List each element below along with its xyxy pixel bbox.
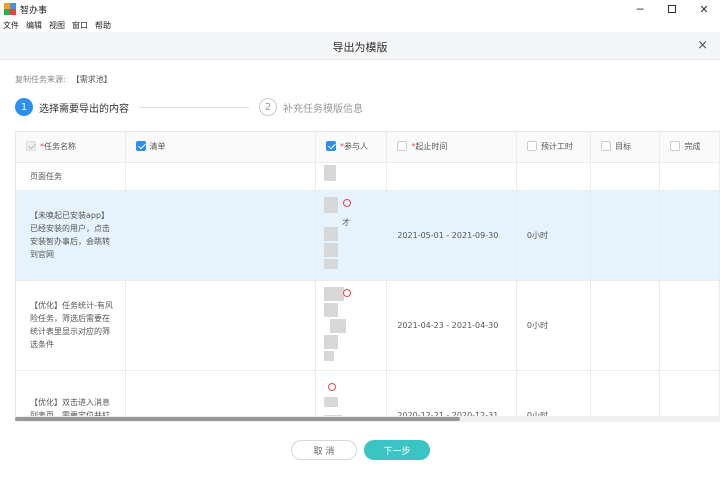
title-bar: 智办事 [0,0,720,18]
export-table[interactable]: *任务名称 清单 *参与人 *起止时间 预计工时 目标 完成 页面任务 【未唤起… [15,131,720,420]
dialog-header: 导出为模版 × [0,32,720,60]
participants-cell: 才 [315,190,388,281]
window-close-button[interactable]: ✕ [688,0,720,18]
time-cell: 2020-12-21 - 2020-12-31 [386,370,517,420]
column-checkbox-time[interactable] [397,141,408,152]
column-header-participants: *参与人 [315,132,388,163]
menu-edit[interactable]: 编辑 [26,20,42,31]
hours-cell: 0小时 [516,370,592,420]
maximize-icon [668,5,676,13]
column-header-goal: 目标 [590,132,661,163]
maximize-button[interactable] [656,0,688,18]
app-logo-icon [4,3,16,15]
column-header-hours: 预计工时 [516,132,592,163]
step-2-circle: 2 [259,98,277,116]
step-connector [139,106,249,108]
column-checkbox-list[interactable] [135,141,146,152]
participant-name: 才 [342,218,351,227]
menu-window[interactable]: 窗口 [72,20,88,31]
task-name-cell: 【未唤起已安装app】已经安装的用户，点击安装智办事后，会跳转到官网 [16,190,126,281]
task-name-cell: 【优化】双击进入消息列表页，需要定位并打开消息页面 [16,370,126,420]
list-cell [125,280,317,371]
app-title: 智办事 [20,5,48,16]
list-cell [125,370,317,420]
next-button[interactable]: 下一步 [364,440,430,460]
column-header-list: 清单 [125,132,317,163]
step-1-label: 选择需要导出的内容 [39,103,129,115]
task-name-cell: 页面任务 [16,162,126,191]
horizontal-scrollbar[interactable] [15,416,720,422]
participants-cell [315,280,388,371]
cancel-button[interactable]: 取 消 [291,440,357,460]
minimize-button[interactable]: ─ [624,0,656,18]
table-row[interactable]: 页面任务 [16,162,720,191]
participant-marker-icon [343,289,352,297]
blurred-avatar [324,165,337,181]
table-row[interactable]: 【优化】双击进入消息列表页，需要定位并打开消息页面 2020-12-21 - 2… [16,370,720,420]
column-header-time: *起止时间 [386,132,517,163]
step-indicator: 1 选择需要导出的内容 2 补充任务模版信息 [15,97,363,117]
column-checkbox-participants[interactable] [326,141,337,152]
task-name-cell: 【优化】任务统计-有风险任务，筛选后需要在统计表里显示对应的筛选条件 [16,280,126,371]
participant-marker-icon [343,199,352,207]
table-header: *任务名称 清单 *参与人 *起止时间 预计工时 目标 完成 [16,132,720,163]
task-source: 复制任务来源: 【需求池】 [15,74,112,85]
column-header-complete: 完成 [659,132,720,163]
column-checkbox-goal[interactable] [601,141,612,152]
time-cell: 2021-04-23 - 2021-04-30 [386,280,517,371]
source-value: 【需求池】 [71,75,112,84]
dialog-close-icon[interactable]: × [697,38,708,53]
step-2-label: 补充任务模版信息 [283,103,363,115]
menu-bar: 文件 编辑 视图 窗口 帮助 [0,18,720,32]
hours-cell: 0小时 [516,280,592,371]
list-cell [125,190,317,281]
column-checkbox-task-name [26,141,36,152]
column-checkbox-complete[interactable] [670,141,681,152]
menu-view[interactable]: 视图 [49,20,65,31]
step-1-circle: 1 [15,98,33,116]
column-checkbox-hours[interactable] [526,141,537,152]
menu-file[interactable]: 文件 [3,20,19,31]
time-cell: 2021-05-01 - 2021-09-30 [386,190,517,281]
hours-cell: 0小时 [516,190,592,281]
menu-help[interactable]: 帮助 [95,20,111,31]
participant-marker-icon [328,383,337,391]
scrollbar-thumb[interactable] [15,417,460,421]
source-label: 复制任务来源: [15,75,66,84]
table-row[interactable]: 【优化】任务统计-有风险任务，筛选后需要在统计表里显示对应的筛选条件 2021-… [16,280,720,371]
participants-cell [315,370,388,420]
table-row[interactable]: 【未唤起已安装app】已经安装的用户，点击安装智办事后，会跳转到官网 才 202… [16,190,720,281]
column-header-task-name: *任务名称 [16,132,126,163]
dialog-title: 导出为模版 [332,41,388,54]
